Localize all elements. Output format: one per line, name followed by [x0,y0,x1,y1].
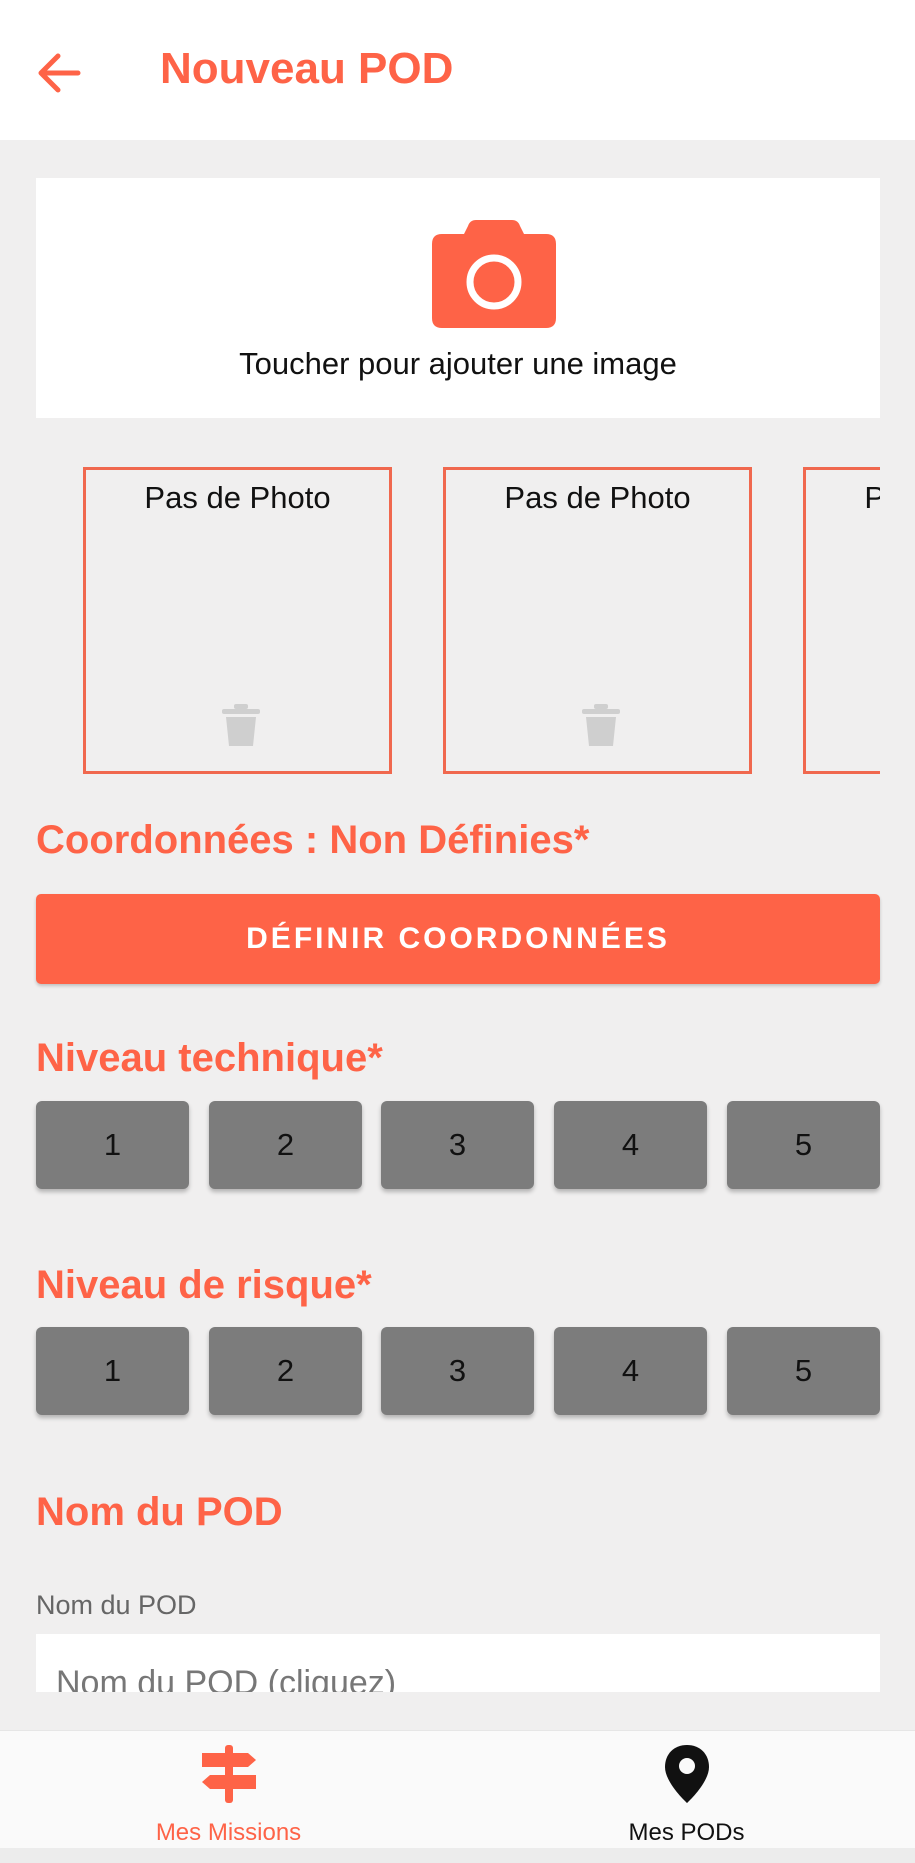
signpost-icon [201,1745,256,1803]
page-title: Nouveau POD [160,44,454,93]
risk-level-selector: 1 2 3 4 5 [36,1327,880,1417]
camera-icon [432,220,556,328]
photo-slot-caption: Pas de Photo [504,480,691,515]
photo-slot[interactable]: Pas de Photo [803,467,880,774]
bottom-navigation: Mes Missions Mes PODs [0,1730,915,1849]
nav-item-mes-pods[interactable]: Mes PODs [458,1731,915,1849]
risk-level-option[interactable]: 2 [209,1327,362,1415]
app-bar: Nouveau POD [0,0,915,140]
nav-label-mes-pods: Mes PODs [628,1819,745,1846]
add-image-label: Toucher pour ajouter une image [239,346,677,381]
trash-icon[interactable] [222,704,260,746]
risk-level-option[interactable]: 3 [381,1327,534,1415]
technical-level-option[interactable]: 3 [381,1101,534,1189]
photo-slot[interactable]: Pas de Photo [83,467,392,774]
system-bar [0,1848,915,1863]
technical-level-selector: 1 2 3 4 5 [36,1101,880,1191]
pod-name-field-container [36,1634,880,1692]
map-pin-icon [664,1745,709,1803]
technical-level-title: Niveau technique* [36,1036,383,1080]
technical-level-option[interactable]: 4 [554,1101,707,1189]
nav-label-mes-missions: Mes Missions [155,1819,302,1846]
risk-level-option[interactable]: 5 [727,1327,880,1415]
define-coordinates-button[interactable]: DÉFINIR COORDONNÉES [36,894,880,984]
photo-carousel[interactable]: Pas de Photo Pas de Photo Pas de Photo [36,464,880,780]
arrow-left-icon [38,53,81,93]
risk-level-option[interactable]: 1 [36,1327,189,1415]
trash-icon[interactable] [582,704,620,746]
add-image-card[interactable]: Toucher pour ajouter une image [36,178,880,418]
photo-slot[interactable]: Pas de Photo [443,467,752,774]
technical-level-option[interactable]: 1 [36,1101,189,1189]
risk-level-option[interactable]: 4 [554,1327,707,1415]
pod-name-input[interactable] [56,1664,856,1692]
back-button[interactable] [34,48,84,98]
technical-level-option[interactable]: 2 [209,1101,362,1189]
pod-name-title: Nom du POD [36,1490,283,1534]
nav-item-mes-missions[interactable]: Mes Missions [0,1731,457,1849]
risk-level-title: Niveau de risque* [36,1263,372,1307]
pod-name-label: Nom du POD [36,1590,197,1620]
photo-slot-caption: Pas de Photo [144,480,331,515]
photo-slot-caption: Pas de Photo [864,480,880,515]
coordinates-title: Coordonnées : Non Définies* [36,818,590,862]
technical-level-option[interactable]: 5 [727,1101,880,1189]
